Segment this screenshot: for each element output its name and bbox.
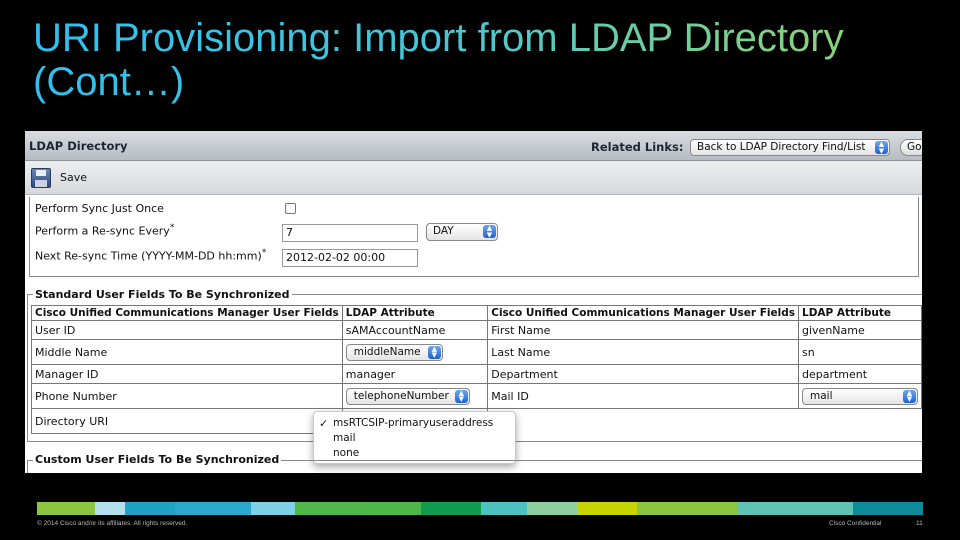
brand-color-stripe (37, 502, 923, 515)
ldap-directory-screenshot: LDAP Directory Related Links: Back to LD… (25, 131, 922, 473)
resync-unit-value: DAY (433, 225, 454, 237)
middle-name-select[interactable]: middleName ▲ ▼ (345, 343, 443, 361)
column-header: Cisco Unified Communications Manager Use… (31, 305, 343, 321)
select-arrows-icon: ▲ ▼ (903, 389, 916, 403)
table-row: Middle Name middleName ▲ ▼ Last Name sn (31, 339, 922, 365)
mail-id-value: mail (810, 389, 833, 402)
required-mark: * (169, 222, 175, 233)
table-row: Phone Number telephoneNumber ▲ ▼ Mail ID m… (31, 383, 922, 409)
stripe-segment (737, 502, 853, 515)
mail-id-select[interactable]: mail ▲ ▼ (802, 387, 918, 405)
page-header: LDAP Directory Related Links: Back to LD… (25, 131, 922, 161)
ldap-attribute: sn (798, 339, 922, 365)
field-name: First Name (487, 320, 799, 340)
related-links-value: Back to LDAP Directory Find/List (697, 141, 866, 153)
required-mark: * (261, 247, 267, 258)
field-name: Last Name (487, 339, 799, 365)
middle-name-value: middleName (353, 345, 421, 358)
stripe-segment (853, 502, 923, 515)
related-links-label: Related Links: (591, 140, 684, 154)
resync-every-input[interactable]: 7 (282, 224, 418, 242)
slide-title-line-2: (Cont…) (33, 60, 185, 104)
ldap-attribute: sAMAccountName (341, 320, 489, 340)
page-number: 11 (916, 520, 923, 527)
save-button[interactable]: Save (60, 171, 87, 184)
ldap-attribute: givenName (798, 320, 922, 340)
phone-number-select[interactable]: telephoneNumber ▲ ▼ (345, 387, 470, 405)
stripe-segment (251, 502, 295, 515)
select-arrows-icon: ▲ ▼ (875, 141, 888, 154)
slide-title: URI Provisioning: Import from LDAP Direc… (33, 16, 933, 104)
table-row: Manager ID manager Department department (31, 364, 922, 384)
resync-every-label: Perform a Re-sync Every* (35, 222, 175, 238)
table-row: User ID sAMAccountName First Name givenN… (31, 320, 922, 340)
ldap-attribute: department (798, 364, 922, 384)
stripe-segment (359, 502, 421, 515)
phone-number-value: telephoneNumber (353, 389, 449, 402)
field-name: Phone Number (31, 383, 343, 409)
field-name: Department (487, 364, 799, 384)
stripe-segment (95, 502, 125, 515)
directory-uri-dropdown[interactable]: ✓ msRTCSIP-primaryuseraddress mail none (313, 411, 516, 464)
standard-fields-legend: Standard User Fields To Be Synchronized (33, 288, 292, 301)
dropdown-option[interactable]: mail (333, 432, 356, 444)
sync-once-checkbox[interactable] (285, 203, 296, 214)
stripe-segment (527, 502, 577, 515)
stripe-segment (175, 502, 251, 515)
custom-fields-legend: Custom User Fields To Be Synchronized (33, 453, 282, 466)
stripe-segment (125, 502, 175, 515)
confidential-label: Cisco Confidential (829, 520, 882, 527)
ldap-attribute: manager (341, 364, 489, 384)
field-name: Middle Name (31, 339, 343, 365)
checkmark-icon: ✓ (319, 417, 329, 430)
save-icon[interactable] (31, 167, 51, 188)
field-name: Manager ID (31, 364, 343, 384)
slide-title-line-1: URI Provisioning: Import from LDAP Direc… (33, 16, 844, 60)
next-resync-input[interactable]: 2012-02-02 00:00 (282, 249, 418, 267)
column-header: LDAP Attribute (798, 305, 922, 321)
stripe-segment (481, 502, 527, 515)
select-arrows-icon: ▲ ▼ (454, 389, 468, 403)
page-title: LDAP Directory (29, 138, 128, 153)
sync-once-label: Perform Sync Just Once (35, 202, 164, 215)
resync-unit-select[interactable]: DAY ▲ ▼ (426, 223, 498, 241)
select-arrows-icon: ▲ ▼ (427, 345, 441, 359)
stripe-segment (421, 502, 481, 515)
next-resync-label: Next Re-sync Time (YYYY-MM-DD hh:mm)* (35, 247, 267, 263)
go-button[interactable]: Go (900, 139, 922, 156)
table-header-row: Cisco Unified Communications Manager Use… (31, 305, 922, 321)
toolbar: Save (25, 161, 922, 195)
related-links-select[interactable]: Back to LDAP Directory Find/List ▲ ▼ (690, 139, 890, 156)
stripe-segment (295, 502, 359, 515)
column-header: LDAP Attribute (341, 305, 489, 321)
dropdown-option[interactable]: none (333, 447, 359, 459)
field-name: User ID (31, 320, 343, 340)
dropdown-option[interactable]: msRTCSIP-primaryuseraddress (333, 417, 493, 429)
field-name: Directory URI (31, 408, 343, 434)
field-name: Mail ID (487, 383, 799, 409)
stripe-segment (577, 502, 637, 515)
select-arrows-icon: ▲ ▼ (483, 225, 496, 238)
stripe-segment (637, 502, 737, 515)
stripe-segment (37, 502, 95, 515)
copyright-text: © 2014 Cisco and/or its affiliates. All … (37, 520, 188, 527)
column-header: Cisco Unified Communications Manager Use… (487, 305, 799, 321)
